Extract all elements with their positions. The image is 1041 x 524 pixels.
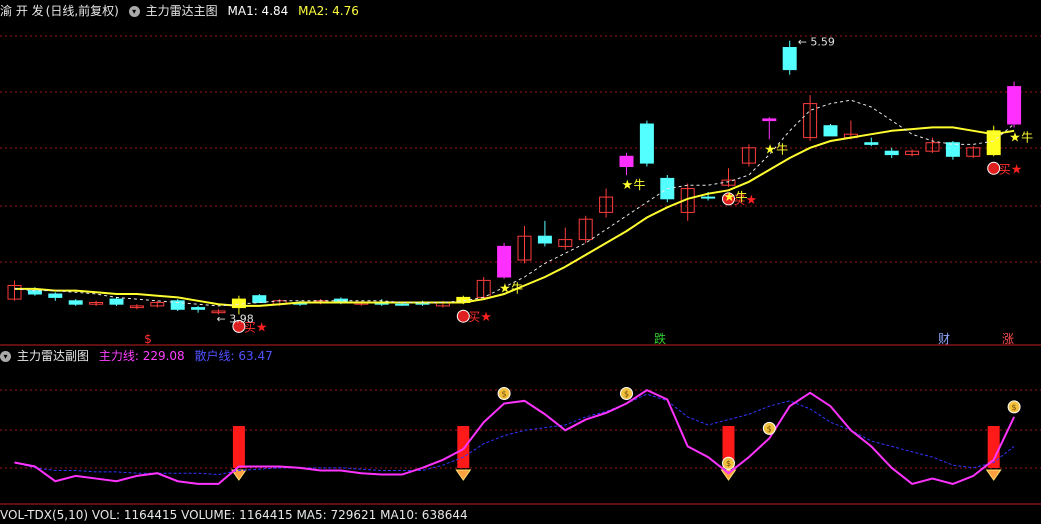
ma1-dashed-line (14, 99, 1015, 307)
candle-body[interactable] (109, 298, 124, 305)
sub-indicator-toggle-icon[interactable]: ▾ (0, 351, 11, 362)
candle-body[interactable] (884, 150, 899, 156)
ma2-value: MA2: 4.76 (298, 4, 359, 18)
candle-body[interactable] (864, 142, 879, 145)
low-price-label: ← 3.98 (217, 312, 254, 325)
buy-label: 买 (468, 310, 480, 324)
candle-body[interactable] (823, 125, 838, 137)
candle-body[interactable] (762, 118, 777, 122)
candle-body[interactable] (782, 47, 797, 71)
bull-label: 牛 (1021, 129, 1033, 144)
bull-label: 牛 (634, 177, 646, 192)
money-bag-glyph: $ (726, 459, 731, 468)
candle-body[interactable] (395, 303, 410, 306)
bull-label: 牛 (736, 189, 748, 204)
diamond-icon (720, 469, 737, 481)
candle-body[interactable] (497, 245, 512, 278)
bull-label: 牛 (511, 281, 523, 296)
diamond-icon (985, 469, 1002, 481)
candle-body[interactable] (191, 307, 206, 310)
main-line-value: 主力线: 229.08 (98, 349, 185, 363)
main-chart-header: 渝 开 发 (日线,前复权) ▾ 主力雷达主图 MA1: 4.84 MA2: 4.7… (0, 2, 365, 20)
signal-bar (457, 426, 470, 468)
bull-star-icon: ★ (1009, 130, 1021, 145)
bull-label: 牛 (776, 141, 788, 156)
money-bag-glyph: $ (1012, 403, 1017, 412)
candle-body[interactable] (639, 123, 654, 164)
money-bag-glyph: $ (624, 390, 629, 399)
volume-header: VOL-TDX(5,10) VOL: 1164415 VOLUME: 11644… (0, 506, 474, 524)
indicator-toggle-icon[interactable]: ▾ (128, 6, 140, 17)
buy-label: 买 (999, 162, 1011, 176)
event-marker[interactable]: 涨 (1002, 331, 1014, 346)
buy-star-icon: ★ (480, 310, 492, 325)
signal-bar (987, 426, 1000, 468)
candle-body[interactable] (48, 293, 63, 298)
candle-body[interactable] (537, 235, 552, 244)
bull-star-icon: ★ (764, 142, 776, 157)
retail-line (14, 393, 1015, 476)
candle-body[interactable] (619, 155, 634, 168)
money-bag-glyph: $ (767, 424, 772, 433)
retail-line-value: 散户线: 63.47 (194, 349, 273, 363)
buy-star-icon: ★ (1011, 162, 1023, 177)
candle-body[interactable] (68, 300, 83, 305)
event-marker[interactable]: 财 (938, 332, 950, 346)
candle-body[interactable] (1007, 86, 1022, 125)
volume-values: VOL-TDX(5,10) VOL: 1164415 VOLUME: 11644… (0, 508, 468, 522)
sub-chart-header: ▾ 主力雷达副图 主力线: 229.08 散户线: 63.47 (0, 347, 279, 365)
signal-bar (232, 426, 245, 468)
diamond-icon (455, 469, 472, 481)
chart-canvas[interactable]: 买 ★买 ★买 ★买 ★★ 牛★ 牛★ 牛★ 牛★ 牛← 5.59← 3.98$ 跌财涨$ $$$$ (0, 0, 1041, 518)
bull-star-icon: ★ (499, 282, 511, 297)
buy-star-icon: ★ (256, 320, 268, 335)
bull-star-icon: ★ (724, 190, 736, 205)
money-bag-glyph: $ (502, 390, 507, 399)
stock-name[interactable]: 渝 开 发 (0, 4, 44, 18)
event-marker[interactable]: $ (144, 332, 152, 346)
candle-body[interactable] (701, 196, 716, 199)
ma-line (14, 126, 1015, 307)
candle-body[interactable] (27, 290, 42, 295)
event-marker[interactable]: 跌 (654, 331, 666, 346)
candle-body[interactable] (252, 295, 267, 304)
kline-chart-window: 买 ★ 买 ★ 买 ★ 买 ★ ★ 牛 ★ 牛 ★ 牛 ★ 牛 ★ 牛 ← 5.59 ← 3.98 $ 跌财涨 $ $ $ $ $ … (0, 0, 1041, 522)
bull-star-icon: ★ (622, 178, 634, 193)
high-price-label: ← 5.59 (798, 36, 835, 49)
main-indicator-name[interactable]: 主力雷达主图 (146, 4, 218, 18)
period-label: (日线,前复权) (45, 4, 119, 18)
sub-indicator-name[interactable]: 主力雷达副图 (17, 349, 89, 363)
ma1-value: MA1: 4.84 (227, 4, 289, 18)
